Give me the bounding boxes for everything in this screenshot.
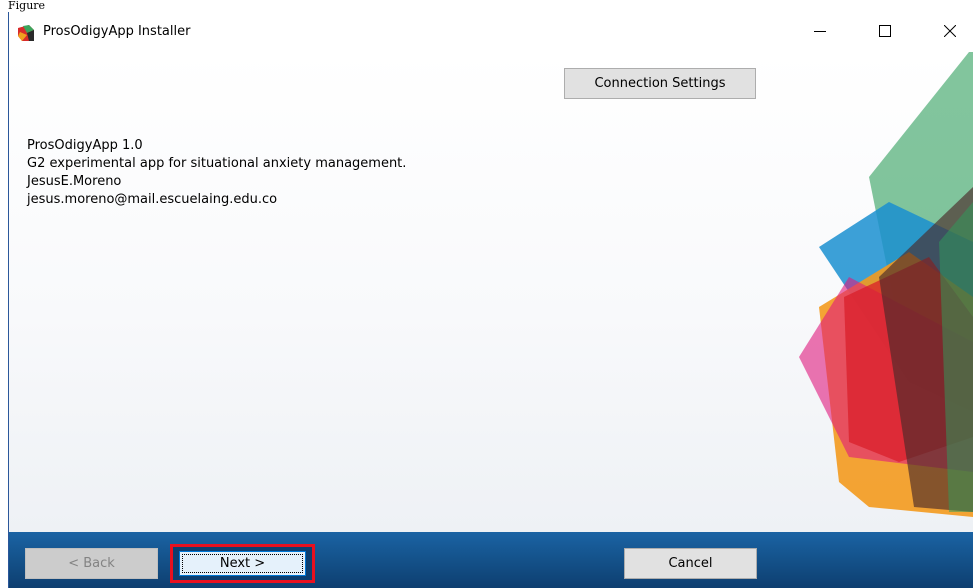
next-button[interactable]: Next > bbox=[179, 551, 306, 576]
connection-settings-button[interactable]: Connection Settings bbox=[564, 68, 756, 99]
app-name-text: ProsOdigyApp 1.0 bbox=[27, 138, 143, 153]
cancel-button[interactable]: Cancel bbox=[624, 548, 757, 579]
button-bar: < Back Next > Cancel bbox=[9, 532, 973, 588]
content-area: Connection Settings ProsOdigyApp 1.0 G2 … bbox=[9, 52, 973, 532]
next-button-highlight: Next > bbox=[170, 544, 315, 583]
email-text: jesus.moreno@mail.escuelaing.edu.co bbox=[27, 192, 278, 207]
app-description-text: G2 experimental app for situational anxi… bbox=[27, 156, 407, 171]
title-bar[interactable]: ProsOdigyApp Installer bbox=[9, 12, 973, 52]
window-title: ProsOdigyApp Installer bbox=[43, 24, 191, 39]
minimize-button[interactable] bbox=[797, 12, 843, 50]
installer-window: ProsOdigyApp Installer Connection Settin… bbox=[8, 12, 973, 588]
maximize-icon bbox=[879, 25, 891, 37]
app-icon bbox=[18, 25, 34, 41]
figure-caption: Figure bbox=[8, 0, 46, 12]
minimize-icon bbox=[814, 31, 826, 32]
author-text: JesusE.Moreno bbox=[27, 174, 122, 189]
close-icon bbox=[944, 25, 956, 37]
app-info-block: ProsOdigyApp 1.0 G2 experimental app for… bbox=[27, 137, 406, 209]
close-button[interactable] bbox=[927, 12, 973, 50]
maximize-button[interactable] bbox=[862, 12, 908, 50]
back-button[interactable]: < Back bbox=[25, 548, 158, 579]
decorative-shapes-graphic bbox=[799, 52, 973, 517]
